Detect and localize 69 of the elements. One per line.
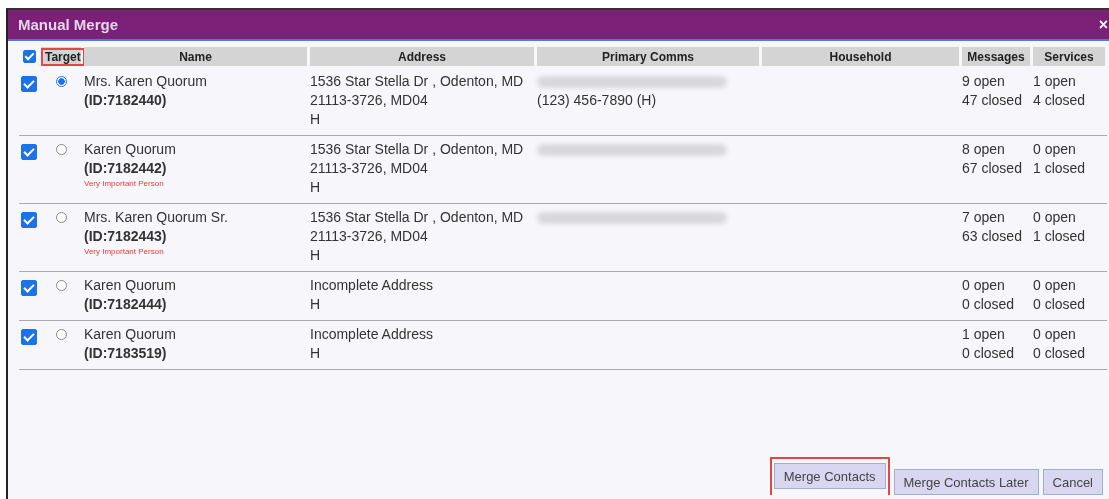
radio-button[interactable] xyxy=(55,212,67,223)
address-line: Incomplete Address xyxy=(310,276,434,295)
checkbox[interactable] xyxy=(21,144,37,160)
column-header: Services xyxy=(1044,49,1094,64)
service-count: 0 open xyxy=(1033,325,1077,344)
address-line: H xyxy=(310,110,322,129)
contact-name: Mrs. Karen Quorum Sr. xyxy=(84,208,229,227)
message-count: 0 open xyxy=(962,276,1006,295)
address-line: Incomplete Address xyxy=(310,325,434,344)
radio-button[interactable] xyxy=(55,329,67,340)
service-count: 0 open xyxy=(1033,208,1077,227)
service-count: 4 closed xyxy=(1033,91,1087,110)
message-count: 8 open xyxy=(962,140,1006,159)
address-line: H xyxy=(310,178,322,197)
column-header: Messages xyxy=(967,49,1025,64)
message-count: 7 open xyxy=(962,208,1006,227)
action-button[interactable]: Merge Contacts xyxy=(773,463,886,489)
window-title: Manual Merge xyxy=(18,16,119,33)
contact-name: Karen Quorum xyxy=(84,140,177,159)
checkbox[interactable] xyxy=(21,329,37,345)
message-count: 0 closed xyxy=(962,295,1016,314)
service-count: 0 open xyxy=(1033,140,1077,159)
address-line: 21113-3726, MD04 xyxy=(310,227,429,246)
action-button[interactable]: Cancel xyxy=(1042,469,1103,495)
checkbox[interactable] xyxy=(21,76,37,92)
message-count: 0 closed xyxy=(962,344,1016,363)
close-button[interactable]: × xyxy=(1098,16,1109,33)
service-count: 0 open xyxy=(1033,276,1077,295)
contact-id: (ID:7183519) xyxy=(84,344,168,363)
service-count: 0 closed xyxy=(1033,295,1087,314)
radio-button[interactable] xyxy=(55,76,67,87)
contact-name: Karen Quorum xyxy=(84,276,177,295)
contact-id: (ID:7182443) xyxy=(84,227,168,246)
column-header: Name xyxy=(179,49,212,64)
column-header: Primary Comms xyxy=(601,49,694,64)
address-line: H xyxy=(310,246,322,265)
address-line: 1536 Star Stella Dr , Odenton, MD xyxy=(310,140,525,159)
phone-number: (123) 456-7890 (H) xyxy=(537,91,658,110)
contact-id: (ID:7182440) xyxy=(84,91,168,110)
address-line: H xyxy=(310,295,322,314)
message-count: 9 open xyxy=(962,72,1006,91)
address-line: 1536 Star Stella Dr , Odenton, MD xyxy=(310,72,525,91)
checkbox[interactable] xyxy=(21,212,37,228)
checkbox[interactable] xyxy=(21,280,37,296)
message-count: 47 closed xyxy=(962,91,1023,110)
radio-button[interactable] xyxy=(55,144,67,155)
service-count: 1 open xyxy=(1033,72,1077,91)
contact-tag: Very Important Person xyxy=(84,178,307,189)
message-count: 1 open xyxy=(962,325,1006,344)
radio-button[interactable] xyxy=(55,280,67,291)
service-count: 1 closed xyxy=(1033,159,1087,178)
contact-name: Mrs. Karen Quorum xyxy=(84,72,208,91)
message-count: 67 closed xyxy=(962,159,1023,178)
checkbox[interactable] xyxy=(22,50,36,63)
action-button[interactable]: Merge Contacts Later xyxy=(893,469,1039,495)
address-line: 21113-3726, MD04 xyxy=(310,91,429,110)
contact-name: Karen Quorum xyxy=(84,325,177,344)
service-count: 1 closed xyxy=(1033,227,1087,246)
address-line: H xyxy=(310,344,322,363)
address-line: 21113-3726, MD04 xyxy=(310,159,429,178)
contact-id: (ID:7182444) xyxy=(84,295,168,314)
address-line: 1536 Star Stella Dr , Odenton, MD xyxy=(310,208,525,227)
column-header: Target xyxy=(45,49,81,64)
contact-id: (ID:7182442) xyxy=(84,159,168,178)
column-header: Household xyxy=(829,49,892,64)
column-header: Address xyxy=(398,49,446,64)
message-count: 63 closed xyxy=(962,227,1023,246)
service-count: 0 closed xyxy=(1033,344,1087,363)
contact-tag: Very Important Person xyxy=(84,246,307,257)
